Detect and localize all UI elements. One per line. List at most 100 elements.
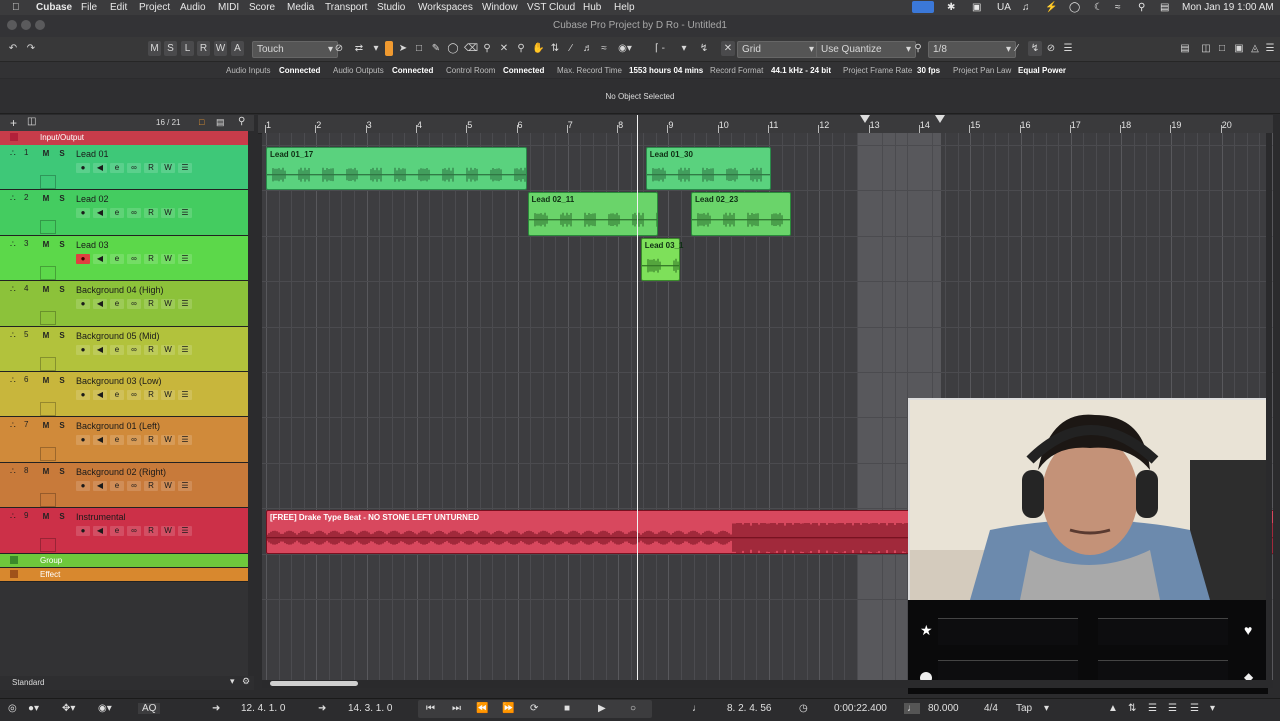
chevron-down-icon[interactable]: ▾ <box>1044 703 1049 714</box>
go-to-end-icon[interactable]: ⏭ <box>452 703 461 714</box>
left-locator-marker[interactable] <box>859 115 870 123</box>
menu-score[interactable]: Score <box>249 2 275 13</box>
color-tool-dropdown[interactable]: ◉▾ <box>615 41 635 56</box>
punch-icon[interactable]: ✥▾ <box>62 703 75 714</box>
solo-button[interactable]: S <box>55 467 69 477</box>
record-mode-icon[interactable]: ●▾ <box>28 703 39 714</box>
edit-channel-button[interactable]: e <box>110 480 124 491</box>
tempo-value[interactable]: 80.000 <box>928 703 959 714</box>
position-bars[interactable]: 8. 2. 4. 56 <box>727 703 771 714</box>
monitor-icon[interactable]: ∴ <box>10 330 16 341</box>
solo-button[interactable]: S <box>55 421 69 431</box>
edit-channel-button[interactable]: e <box>110 299 124 310</box>
edit-channel-button[interactable]: e <box>110 253 124 264</box>
metronome-icon[interactable]: ◉▾ <box>98 703 112 714</box>
solo-button[interactable]: S <box>55 376 69 386</box>
snap-to-zero-button[interactable]: ✕ <box>721 41 735 56</box>
track-name[interactable]: Background 04 (High) <box>76 285 164 295</box>
automation-button[interactable]: A <box>231 41 244 56</box>
write-automation-button[interactable]: W <box>161 526 175 537</box>
solo-button[interactable]: S <box>55 149 69 159</box>
track-preset-icon[interactable]: ◫ <box>27 116 36 127</box>
tap-tempo-button[interactable]: Tap <box>1016 703 1032 714</box>
audio-event[interactable]: Lead 01_30 <box>645 147 771 191</box>
record-enable-button[interactable]: ● <box>76 526 90 537</box>
monitor-icon[interactable]: ∴ <box>10 466 16 477</box>
snap-icon[interactable]: ⌈ - <box>648 41 672 56</box>
audio-outputs-value[interactable]: Connected <box>392 66 433 75</box>
read-automation-button[interactable]: R <box>144 208 158 219</box>
mute-button[interactable]: M <box>39 467 53 477</box>
timeline-ruler[interactable]: 1 2 3 4 5 6 7 8 9 10 11 12 13 14 15 16 17 18 19 20 <box>258 115 1273 134</box>
menu-vst-cloud[interactable]: VST Cloud <box>527 2 575 13</box>
max-record-value[interactable]: 1553 hours 04 mins <box>629 66 703 75</box>
link-button[interactable]: ∞ <box>127 390 141 400</box>
write-automation-button[interactable]: W <box>161 208 175 219</box>
menu-app[interactable]: Cubase <box>36 2 72 13</box>
track-lock-icon[interactable]: □ <box>199 117 204 127</box>
track-lane-toggle[interactable] <box>40 311 56 326</box>
track-row[interactable]: ∴ 2 M S Lead 02 ● ◀ e ∞ R W ☰ <box>0 190 248 236</box>
mute-button[interactable]: M <box>39 194 53 204</box>
transport-menu-icon[interactable]: ☰ <box>1190 703 1199 714</box>
link-button[interactable]: ∞ <box>127 344 141 355</box>
record-enable-button[interactable]: ● <box>76 163 90 173</box>
track-name[interactable]: Instrumental <box>76 512 126 522</box>
write-automation-button[interactable]: W <box>161 344 175 355</box>
control-center-icon[interactable]: ▤ <box>1160 2 1169 13</box>
media-bay-icon[interactable]: ▤ <box>1179 41 1191 56</box>
track-menu-button[interactable]: ☰ <box>178 163 192 173</box>
quantize-mode-select[interactable]: Use Quantize ▾ <box>816 41 916 58</box>
read-automation-button[interactable]: R <box>144 253 158 264</box>
edit-channel-button[interactable]: e <box>110 208 124 219</box>
track-name[interactable]: Lead 03 <box>76 240 109 250</box>
monitor-icon[interactable]: ∴ <box>10 284 16 295</box>
read-automation-button[interactable]: R <box>144 344 158 355</box>
mute-button[interactable]: M <box>39 376 53 386</box>
time-format-icon[interactable]: ◷ <box>799 703 808 714</box>
record-format-value[interactable]: 44.1 kHz - 24 bit <box>771 66 831 75</box>
track-row[interactable]: ∴ 1 M S Lead 01 ● ◀ e ∞ R W ☰ <box>0 145 248 191</box>
solo-button[interactable]: S <box>55 240 69 250</box>
track-name[interactable]: Lead 01 <box>76 149 109 159</box>
cycle-icon[interactable]: ⟳ <box>530 703 538 714</box>
mute-all-button[interactable]: M <box>148 41 161 56</box>
track-name[interactable]: Background 03 (Low) <box>76 376 162 386</box>
tempo-mode-icon[interactable]: ♩ <box>904 703 920 714</box>
track-menu-button[interactable]: ☰ <box>178 526 192 537</box>
read-automation-button[interactable]: R <box>144 526 158 537</box>
menu-hub[interactable]: Hub <box>583 2 601 13</box>
display-icon[interactable]: ▣ <box>972 2 981 13</box>
link-button[interactable]: ∞ <box>127 435 141 446</box>
track-menu-button[interactable]: ☰ <box>178 480 192 491</box>
write-all-button[interactable]: W <box>214 41 227 56</box>
left-locator-value[interactable]: 12. 4. 1. 0 <box>241 703 285 714</box>
mute-button[interactable]: M <box>39 512 53 522</box>
track-menu-button[interactable]: ☰ <box>178 435 192 446</box>
monitor-icon[interactable]: ∴ <box>10 148 16 159</box>
edit-channel-button[interactable]: e <box>110 435 124 446</box>
record-enable-button[interactable]: ● <box>76 344 90 355</box>
read-automation-button[interactable]: R <box>144 435 158 446</box>
track-search-icon[interactable]: ⚲ <box>238 116 245 127</box>
zoom-tool-icon[interactable]: ⚲ <box>481 41 493 56</box>
menu-workspaces[interactable]: Workspaces <box>418 2 473 13</box>
link-button[interactable]: ∞ <box>127 480 141 491</box>
edit-channel-button[interactable]: e <box>110 390 124 400</box>
menu-transport[interactable]: Transport <box>325 2 367 13</box>
track-row[interactable]: ∴ 5 M S Background 05 (Mid) ● ◀ e ∞ R W ☰ <box>0 326 248 372</box>
mute-button[interactable]: M <box>39 285 53 295</box>
track-menu-button[interactable]: ☰ <box>178 208 192 219</box>
folder-track-effect[interactable]: Effect <box>0 567 248 582</box>
edit-channel-button[interactable]: e <box>110 344 124 355</box>
track-lane-toggle[interactable] <box>40 175 56 189</box>
rewind-icon[interactable]: ⏪ <box>476 703 488 714</box>
record-enable-button[interactable]: ● <box>76 253 90 264</box>
lower-zone-icon[interactable]: ▣ <box>1233 41 1245 56</box>
link-button[interactable]: ∞ <box>127 526 141 537</box>
listen-all-button[interactable]: L <box>181 41 194 56</box>
iterative-quantize-icon[interactable]: ∕ <box>1011 41 1023 56</box>
track-lane-toggle[interactable] <box>40 220 56 235</box>
swing-icon[interactable]: ⊘ <box>1045 41 1057 56</box>
read-automation-button[interactable]: R <box>144 390 158 400</box>
